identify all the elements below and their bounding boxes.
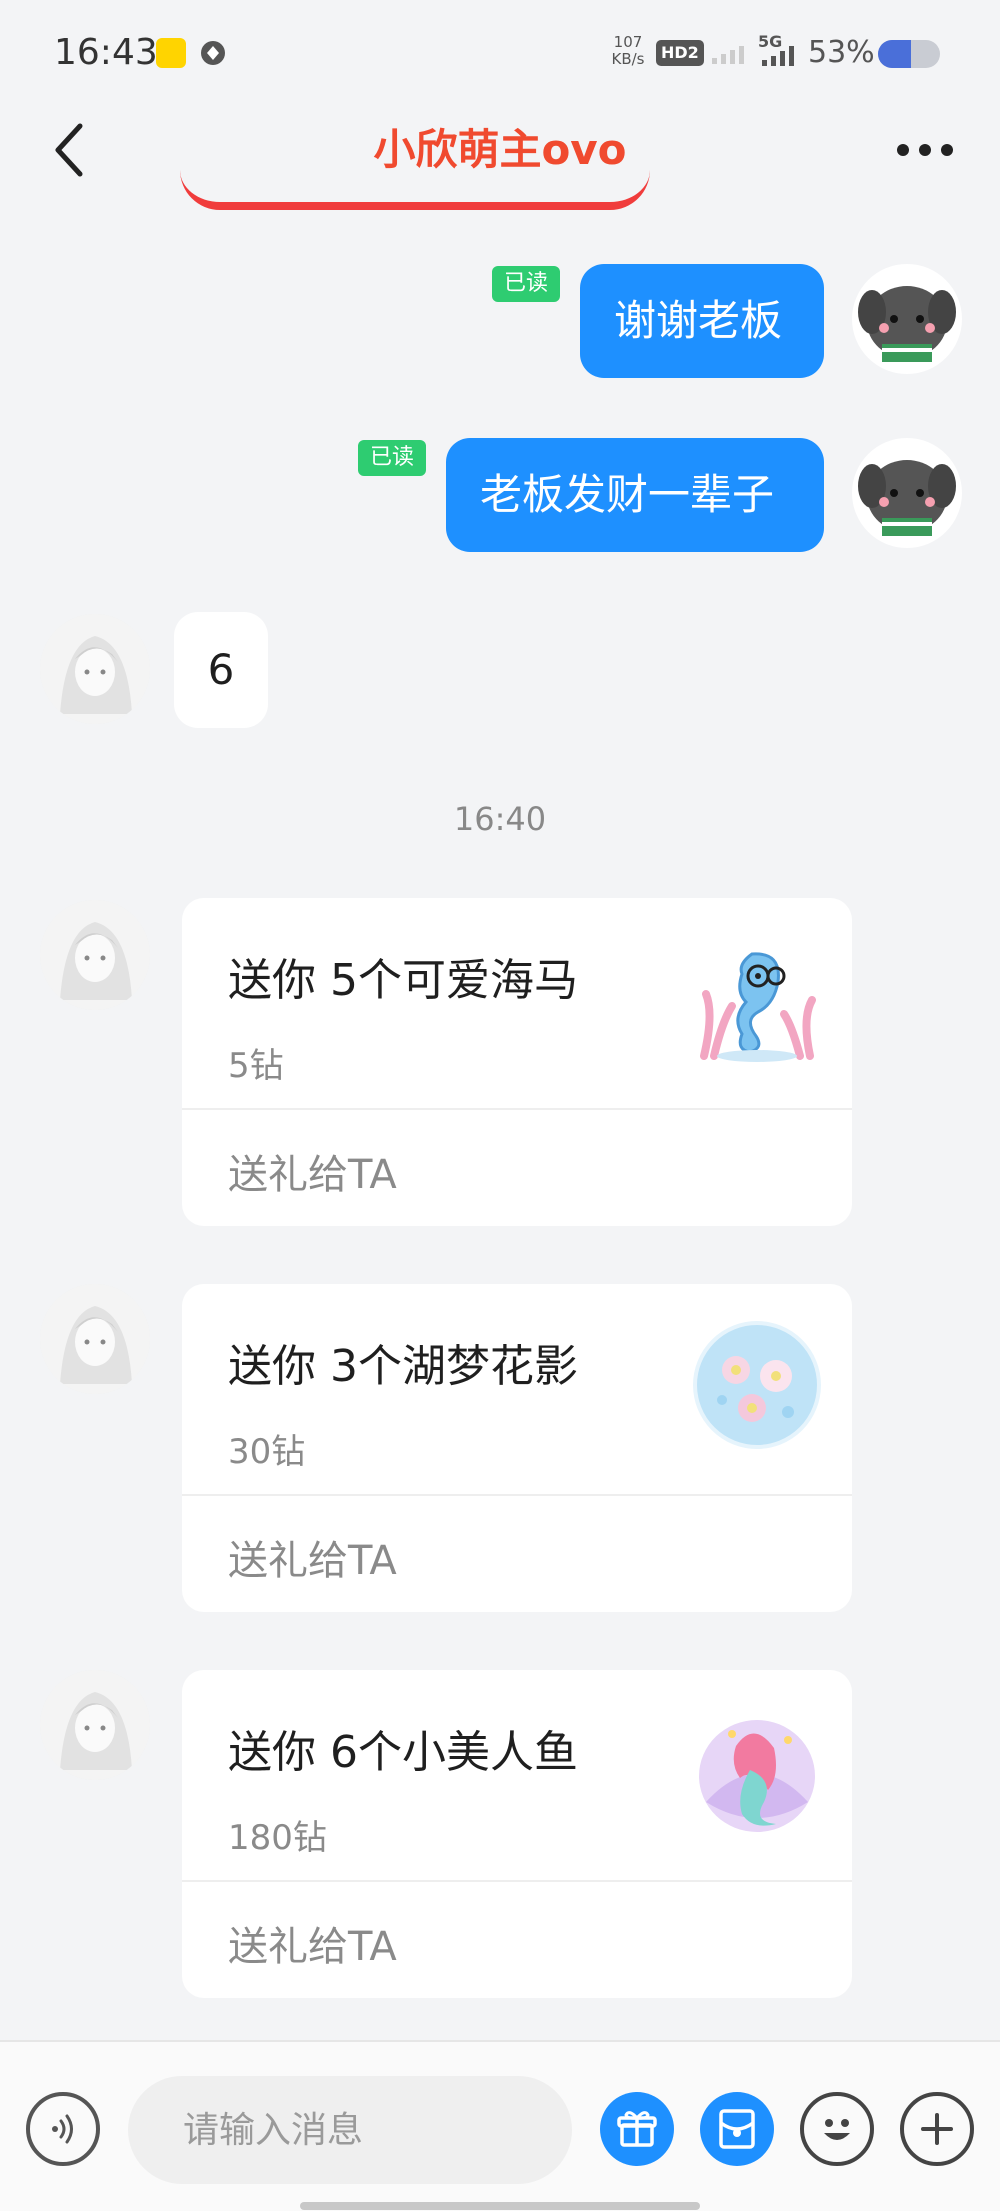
mermaid-gift-icon	[699, 1720, 815, 1832]
gift-price: 30钻	[228, 1432, 306, 1472]
anime-girl-avatar-icon	[40, 614, 150, 724]
self-avatar[interactable]	[852, 438, 962, 548]
sync-app-icon	[201, 41, 225, 65]
gift-title: 送你 5个可爱海马	[228, 955, 578, 1006]
gift-divider	[182, 1880, 852, 1882]
status-bar: 16:43 107 KB/s HD2 5G 53%	[0, 0, 1000, 110]
red-packet-button[interactable]	[700, 2092, 774, 2166]
gift-divider	[182, 1108, 852, 1110]
gift-price: 5钻	[228, 1046, 284, 1086]
more-actions-button[interactable]	[900, 2092, 974, 2166]
hd-voice-badge: HD2	[656, 40, 704, 66]
envelope-icon	[719, 2109, 755, 2149]
gift-card[interactable]: 送你 3个湖梦花影 30钻 送礼给TA	[182, 1284, 852, 1612]
signal-strong-icon	[762, 46, 794, 66]
read-badge: 已读	[358, 440, 427, 476]
chat-screen: 16:43 107 KB/s HD2 5G 53% 小欣萌主ovo 已读 谢谢老…	[0, 0, 1000, 2211]
gift-card[interactable]: 送你 5个可爱海马 5钻 送礼给TA	[182, 898, 852, 1226]
contact-avatar[interactable]	[40, 1284, 150, 1394]
anime-girl-avatar-icon	[40, 1670, 150, 1780]
outgoing-message-bubble[interactable]: 谢谢老板	[580, 264, 824, 378]
anime-girl-avatar-icon	[40, 900, 150, 1010]
send-gift-link[interactable]: 送礼给TA	[228, 1914, 397, 1972]
network-speed: 107 KB/s	[608, 34, 648, 68]
voice-input-button[interactable]	[26, 2092, 100, 2166]
smiley-face-icon	[824, 2119, 850, 2140]
battery-percent: 53%	[808, 35, 875, 70]
network-speed-value: 107	[613, 33, 643, 51]
contact-avatar[interactable]	[40, 900, 150, 1010]
send-gift-link[interactable]: 送礼给TA	[228, 1528, 397, 1586]
gift-price: 180钻	[228, 1818, 327, 1858]
read-badge: 已读	[492, 266, 561, 302]
voice-wave-icon	[52, 2114, 73, 2144]
anime-girl-avatar-icon	[40, 1284, 150, 1394]
chevron-left-icon	[55, 123, 83, 177]
cartoon-dog-avatar-icon	[858, 460, 956, 536]
message-input-bar	[0, 2040, 1000, 2211]
self-avatar[interactable]	[852, 264, 962, 374]
gift-divider	[182, 1494, 852, 1496]
lake-dream-flower-gift-icon	[693, 1321, 821, 1449]
gift-card[interactable]: 送你 6个小美人鱼 180钻 送礼给TA	[182, 1670, 852, 1998]
gift-box-icon	[617, 2111, 657, 2147]
send-gift-link[interactable]: 送礼给TA	[228, 1142, 397, 1200]
cartoon-dog-avatar-icon	[858, 286, 956, 362]
status-time: 16:43	[54, 32, 158, 73]
contact-avatar[interactable]	[40, 1670, 150, 1780]
message-input[interactable]	[128, 2076, 572, 2184]
emoji-button[interactable]	[800, 2092, 874, 2166]
seahorse-gift-icon	[700, 952, 816, 1062]
plus-icon	[921, 2113, 953, 2145]
previous-message-fragment	[180, 160, 650, 210]
contact-avatar[interactable]	[40, 614, 150, 724]
back-button[interactable]	[50, 110, 110, 190]
message-timestamp: 16:40	[453, 800, 547, 838]
gift-title: 送你 3个湖梦花影	[228, 1341, 578, 1392]
signal-weak-icon	[712, 46, 744, 64]
outgoing-message-bubble[interactable]: 老板发财一辈子	[446, 438, 824, 552]
gift-title: 送你 6个小美人鱼	[228, 1727, 578, 1778]
home-indicator[interactable]	[300, 2202, 700, 2210]
battery-level-fill	[878, 40, 911, 68]
app-notification-icon	[156, 38, 186, 68]
network-speed-unit: KB/s	[611, 50, 645, 68]
battery-icon	[878, 40, 940, 68]
more-options-button[interactable]	[890, 110, 960, 190]
incoming-message-bubble[interactable]: 6	[174, 612, 268, 728]
gift-button[interactable]	[600, 2092, 674, 2166]
more-dots-icon	[897, 144, 953, 156]
